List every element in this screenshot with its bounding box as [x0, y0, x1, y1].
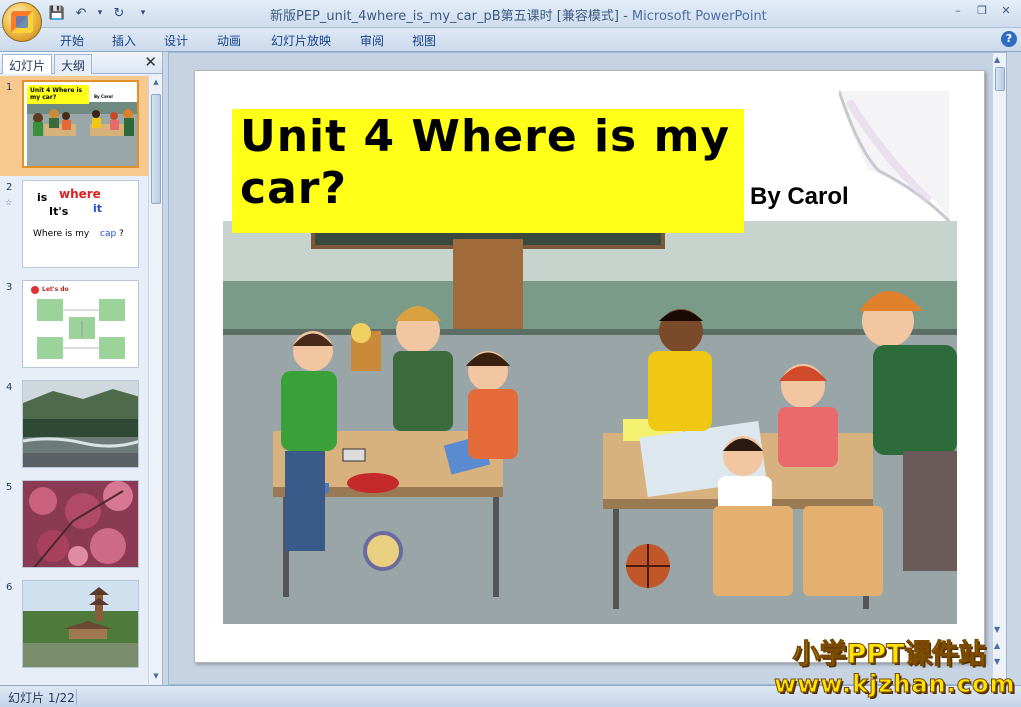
tab-review[interactable]: 审阅 — [360, 32, 384, 49]
tab-design[interactable]: 设计 — [164, 32, 188, 49]
slides-pane: 幻灯片 大纲 ✕ 1 Unit 4 Where is my car? By Ca… — [0, 52, 163, 685]
current-slide[interactable]: Unit 4 Where is my car? By Carol — [194, 70, 985, 663]
thumb-title: Unit 4 Where is my car? — [30, 87, 83, 101]
slide-thumbnail-4[interactable] — [22, 380, 139, 468]
scroll-up-icon[interactable]: ▲ — [994, 55, 1000, 64]
lets-do-thumb-image — [31, 286, 125, 359]
thumb-label: Let's do — [42, 286, 69, 293]
thumbnail-row[interactable]: 1 Unit 4 Where is my car? By Carol — [0, 76, 148, 176]
document-name: 新版PEP_unit_4where_is_my_car_pB第五课时 [兼容模式… — [270, 9, 619, 24]
office-button[interactable] — [2, 2, 42, 42]
slide-number: 4 — [6, 382, 13, 393]
slide-title: Unit 4 Where is my car? — [240, 111, 731, 214]
editor-scrollbar[interactable]: ▲ ▼ ▲ ▼ — [992, 53, 1006, 684]
tab-outline[interactable]: 大纲 — [54, 54, 93, 74]
watermark-line1: 小学PPT课件站 — [792, 639, 986, 670]
restore-button[interactable]: ❐ — [971, 2, 993, 18]
office-logo-icon — [11, 11, 33, 33]
thumbnail-row[interactable]: 3 Let's do — [0, 276, 148, 376]
close-pane-icon[interactable]: ✕ — [144, 53, 157, 71]
page-curl-decoration — [839, 91, 951, 223]
scroll-down-icon[interactable]: ▼ — [151, 672, 161, 682]
tab-animation[interactable]: 动画 — [217, 32, 241, 49]
thumbnail-row[interactable]: 2 ☆ is where It's it Where is my cap ? — [0, 176, 148, 276]
status-divider — [76, 689, 77, 705]
tab-slides[interactable]: 幻灯片 — [2, 54, 53, 74]
site-watermark: 小学PPT课件站 www.kjzhan.com — [774, 639, 1016, 699]
thumbnail-row[interactable]: 6 — [0, 576, 148, 676]
slide-thumbnails: 1 Unit 4 Where is my car? By Carol 2 ☆ i… — [0, 76, 148, 684]
title-bar: 💾 ↶ ▾ ↻ ▾ 新版PEP_unit_4where_is_my_car_pB… — [0, 0, 1021, 42]
slide-counter: 幻灯片 1/22 — [8, 691, 75, 705]
slide-thumbnail-3[interactable]: Let's do — [22, 280, 139, 368]
minimize-button[interactable]: – — [947, 2, 969, 18]
slide-number: 5 — [6, 482, 13, 493]
scrollbar-thumb[interactable] — [995, 67, 1005, 91]
help-icon[interactable]: ? — [1001, 31, 1017, 47]
redo-icon[interactable]: ↻ — [110, 4, 128, 22]
tab-view[interactable]: 视图 — [412, 32, 436, 49]
slide-number: 2 — [6, 182, 13, 193]
window-title: 新版PEP_unit_4where_is_my_car_pB第五课时 [兼容模式… — [270, 9, 767, 24]
tab-slideshow[interactable]: 幻灯片放映 — [271, 32, 331, 49]
river-photo-thumb — [23, 381, 138, 467]
thumbnails-scrollbar[interactable]: ▲ ▼ — [148, 76, 162, 684]
app-name: Microsoft PowerPoint — [631, 9, 767, 24]
tab-home[interactable]: 开始 — [60, 32, 84, 49]
thumbnail-row[interactable]: 5 — [0, 476, 148, 576]
thumb-byline: By Carol — [94, 94, 113, 99]
slide-number: 1 — [6, 82, 13, 93]
slide-byline[interactable]: By Carol — [750, 183, 849, 211]
blossom-photo-thumb — [23, 481, 138, 567]
undo-dropdown-icon[interactable]: ▾ — [96, 4, 104, 22]
slide-thumbnail-5[interactable] — [22, 480, 139, 568]
transition-star-icon: ☆ — [5, 198, 13, 207]
slide-editor: Unit 4 Where is my car? By Carol ▲ ▼ ▲ ▼ — [168, 52, 1007, 685]
slide-thumbnail-6[interactable] — [22, 580, 139, 668]
slide-number: 3 — [6, 282, 13, 293]
customize-qat-icon[interactable]: ▾ — [134, 4, 152, 22]
scroll-up-icon[interactable]: ▲ — [151, 78, 161, 88]
scrollbar-thumb[interactable] — [151, 94, 161, 204]
undo-icon[interactable]: ↶ — [72, 4, 90, 22]
pagoda-photo-thumb — [23, 581, 138, 667]
slide-number: 6 — [6, 582, 13, 593]
quick-access-toolbar: 💾 ↶ ▾ ↻ ▾ — [48, 4, 152, 22]
watermark-line2: www.kjzhan.com — [774, 670, 1016, 699]
classroom-illustration — [223, 221, 957, 624]
slide-thumbnail-2[interactable]: is where It's it Where is my cap ? — [22, 180, 139, 268]
slide-thumbnail-1[interactable]: Unit 4 Where is my car? By Carol — [22, 80, 139, 168]
save-icon[interactable]: 💾 — [48, 4, 66, 22]
scroll-down-icon[interactable]: ▼ — [994, 625, 1000, 634]
tab-insert[interactable]: 插入 — [112, 32, 136, 49]
close-window-button[interactable]: ✕ — [995, 2, 1017, 18]
title-placeholder[interactable]: Unit 4 Where is my car? — [232, 109, 744, 233]
ribbon-tabs: 开始 插入 设计 动画 幻灯片放映 审阅 视图 ? — [0, 28, 1021, 52]
thumbnail-row[interactable]: 4 — [0, 376, 148, 476]
window-controls: – ❐ ✕ — [947, 2, 1017, 18]
pane-tabs: 幻灯片 大纲 ✕ — [0, 52, 162, 74]
